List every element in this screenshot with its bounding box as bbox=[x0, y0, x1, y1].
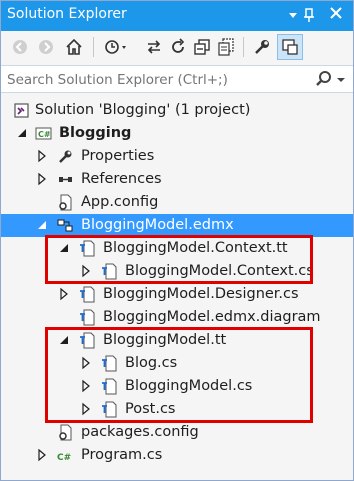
home-icon[interactable] bbox=[63, 36, 85, 58]
expanded-arrow-icon[interactable] bbox=[35, 218, 49, 232]
tree-item-label: Program.cs bbox=[81, 447, 163, 463]
tree-item-solution[interactable]: Solution 'Blogging' (1 project) bbox=[1, 99, 353, 122]
svg-text:C#: C# bbox=[38, 130, 51, 139]
solution-tree: Solution 'Blogging' (1 project) C# Blogg… bbox=[1, 97, 353, 480]
back-icon[interactable] bbox=[9, 36, 31, 58]
sync-icon[interactable] bbox=[143, 36, 165, 58]
tree-item-project[interactable]: C# Blogging bbox=[1, 122, 353, 145]
preview-icon[interactable] bbox=[277, 34, 303, 60]
tree-item-label: App.config bbox=[81, 194, 159, 210]
svg-text:C#: C# bbox=[57, 453, 71, 463]
collapsed-arrow-icon[interactable] bbox=[57, 287, 71, 301]
search-icon[interactable] bbox=[314, 69, 334, 89]
tree-item-label: Properties bbox=[81, 148, 155, 164]
pin-icon[interactable] bbox=[301, 5, 319, 25]
config-file-icon bbox=[57, 194, 74, 211]
tree-item-properties[interactable]: Properties bbox=[1, 145, 353, 168]
config-file-icon bbox=[57, 424, 74, 441]
tree-item-label: References bbox=[81, 171, 162, 187]
search-bar bbox=[1, 65, 353, 93]
forward-icon[interactable] bbox=[35, 36, 57, 58]
tree-item-label: BloggingModel.edmx.diagram bbox=[103, 309, 321, 325]
tree-item-references[interactable]: References bbox=[1, 168, 353, 191]
collapsed-arrow-icon[interactable] bbox=[35, 172, 49, 186]
csharp-file-icon: C# bbox=[57, 447, 74, 464]
csharp-project-icon: C# bbox=[35, 125, 52, 142]
tree-item-label: BloggingModel.edmx bbox=[81, 217, 234, 233]
tree-item-label: packages.config bbox=[81, 424, 199, 440]
tree-item-app-config[interactable]: App.config bbox=[1, 191, 353, 214]
collapse-all-icon[interactable] bbox=[191, 36, 213, 58]
tree-item-label: Blogging bbox=[59, 125, 132, 141]
toolbar bbox=[1, 31, 353, 65]
highlight-box-model bbox=[45, 327, 313, 423]
search-input[interactable] bbox=[5, 69, 309, 91]
highlight-box-context bbox=[45, 235, 313, 284]
close-icon[interactable] bbox=[325, 3, 347, 27]
window-title: Solution Explorer bbox=[7, 6, 127, 22]
edmx-model-icon bbox=[57, 217, 74, 234]
tree-item-label: BloggingModel.Designer.cs bbox=[103, 286, 299, 302]
template-file-icon bbox=[79, 286, 96, 303]
collapsed-arrow-icon[interactable] bbox=[35, 149, 49, 163]
expanded-arrow-icon[interactable] bbox=[15, 126, 29, 140]
refresh-icon[interactable] bbox=[167, 36, 189, 58]
template-file-icon bbox=[79, 309, 96, 326]
references-icon bbox=[57, 171, 74, 188]
properties-icon[interactable] bbox=[251, 36, 273, 58]
collapsed-arrow-icon[interactable] bbox=[35, 448, 49, 462]
solution-icon bbox=[13, 102, 30, 119]
wrench-icon bbox=[57, 148, 74, 165]
solution-explorer-window: Solution Explorer Search Solution Explor… bbox=[0, 0, 354, 481]
show-all-files-icon[interactable] bbox=[215, 36, 237, 58]
tree-item-packages-config[interactable]: packages.config bbox=[1, 421, 353, 444]
search-options-dropdown-icon[interactable] bbox=[336, 70, 348, 88]
toolbar-separator bbox=[243, 37, 244, 57]
tree-item-edmx[interactable]: BloggingModel.edmx bbox=[1, 214, 353, 237]
tree-item-edmx-diagram[interactable]: BloggingModel.edmx.diagram bbox=[1, 306, 353, 329]
tree-item-designer-cs[interactable]: BloggingModel.Designer.cs bbox=[1, 283, 353, 306]
tree-item-program-cs[interactable]: C# Program.cs bbox=[1, 444, 353, 467]
toolbar-separator bbox=[93, 37, 94, 57]
history-icon[interactable] bbox=[101, 36, 131, 58]
title-bar: Solution Explorer bbox=[1, 1, 353, 31]
tree-item-label: Solution 'Blogging' (1 project) bbox=[35, 102, 251, 118]
